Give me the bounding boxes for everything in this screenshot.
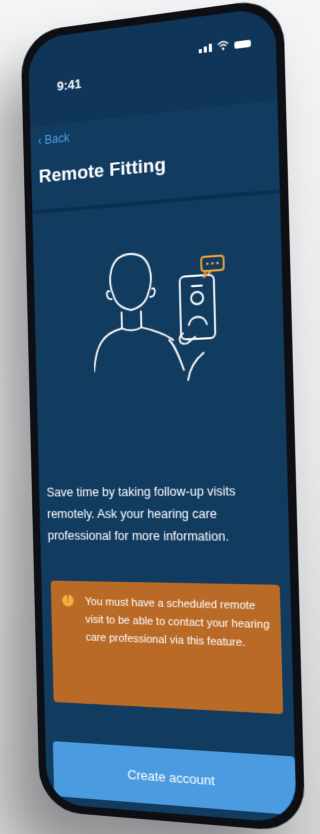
notice-banner: ! You must have a scheduled remote visit… (50, 580, 284, 715)
wifi-icon (217, 39, 230, 51)
back-button[interactable]: ‹ Back (38, 131, 70, 148)
notice-text: You must have a scheduled remote visit t… (84, 596, 270, 650)
page-title: Remote Fitting (38, 154, 167, 188)
info-icon: ! (62, 594, 74, 607)
create-account-button[interactable]: Create account (52, 741, 297, 816)
intro-text: Save time by taking follow-up visits rem… (46, 483, 236, 544)
phone-frame: 9:41 ‹ Back Remote Fitting Save time by … (20, 0, 306, 833)
signal-icon (198, 43, 212, 54)
home-indicator[interactable] (140, 812, 210, 823)
back-label: Back (44, 130, 70, 147)
header-divider (32, 189, 280, 215)
status-time: 9:41 (56, 76, 82, 94)
remote-fitting-illustration (91, 223, 254, 394)
app-screen: 9:41 ‹ Back Remote Fitting Save time by … (28, 6, 297, 824)
status-bar (28, 6, 278, 128)
